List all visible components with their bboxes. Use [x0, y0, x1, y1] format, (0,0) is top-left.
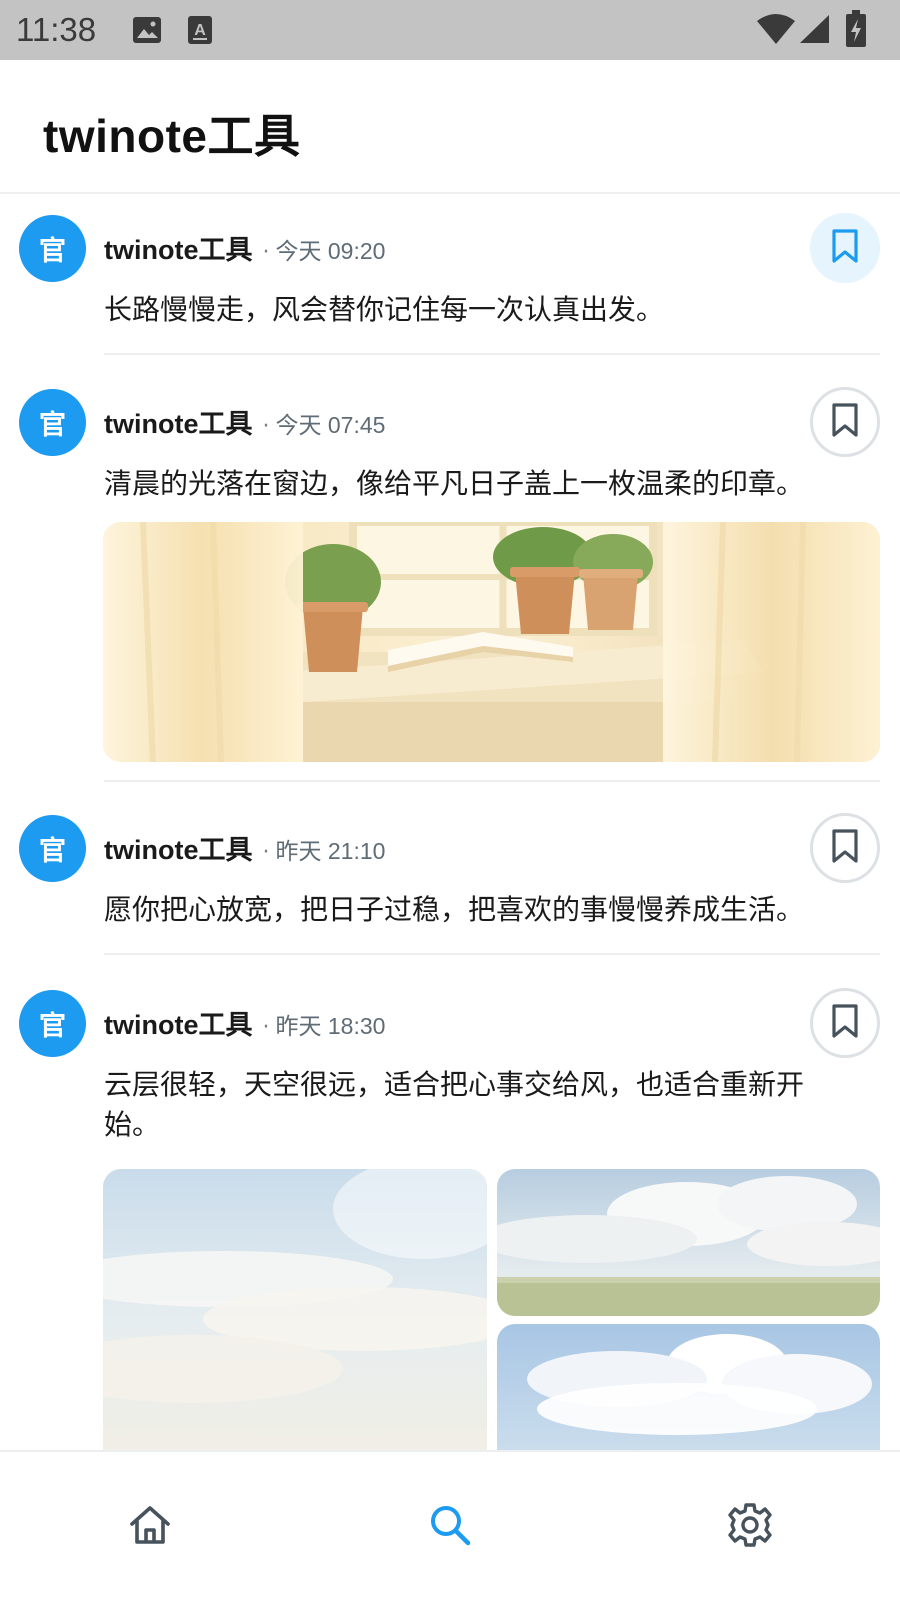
- post-meta: twinote工具 · 昨天 18:30: [104, 1003, 385, 1043]
- post-divider: [104, 953, 880, 955]
- bookmark-icon: [830, 228, 860, 268]
- bookmark-icon: [830, 402, 860, 442]
- post-divider: [104, 780, 880, 782]
- bookmark-icon: [830, 828, 860, 868]
- post-meta: twinote工具 · 今天 09:20: [104, 228, 385, 268]
- page-title: twinote工具: [43, 110, 301, 162]
- nav-settings[interactable]: [720, 1497, 780, 1557]
- bookmark-button[interactable]: [810, 813, 880, 883]
- post-author[interactable]: twinote工具: [104, 1003, 253, 1042]
- meta-separator: ·: [262, 414, 270, 439]
- post-text: 云层很轻，天空很远，适合把心事交给风，也适合重新开始。: [104, 1068, 805, 1141]
- bottom-nav: [0, 1450, 900, 1600]
- wifi-icon: [756, 13, 796, 49]
- avatar[interactable]: 官: [19, 815, 86, 882]
- meta-separator: ·: [262, 240, 270, 265]
- nav-home[interactable]: [120, 1497, 180, 1557]
- post-image-sky-2[interactable]: [497, 1169, 880, 1316]
- avatar[interactable]: 官: [19, 389, 86, 456]
- post-time: 昨天 21:10: [275, 838, 386, 864]
- svg-text:A: A: [194, 22, 206, 39]
- post-image-windowsill[interactable]: [103, 522, 880, 762]
- bookmark-button[interactable]: [810, 988, 880, 1058]
- post-time: 昨天 18:30: [275, 1013, 386, 1039]
- post-time: 今天 09:20: [275, 238, 386, 264]
- avatar[interactable]: 官: [19, 215, 86, 282]
- battery-icon: [845, 10, 867, 52]
- status-time: 11:38: [16, 11, 97, 48]
- app-header: twinote工具: [0, 60, 900, 194]
- meta-separator: ·: [262, 1015, 270, 1040]
- gear-icon: [727, 1502, 773, 1552]
- a-icon: A: [187, 15, 213, 49]
- nav-search[interactable]: [420, 1497, 480, 1557]
- post-text: 愿你把心放宽，把日子过稳，把喜欢的事慢慢养成生活。: [104, 893, 805, 926]
- search-icon: [428, 1503, 472, 1551]
- signal-icon: [798, 14, 830, 48]
- post-author[interactable]: twinote工具: [104, 402, 253, 441]
- bookmark-button[interactable]: [810, 213, 880, 283]
- feed[interactable]: 官 twinote工具 · 今天 09:20 长路慢慢走，风会替你记住每一次认真…: [0, 196, 900, 1450]
- home-icon: [128, 1503, 172, 1551]
- image-icon: [132, 16, 162, 48]
- bookmark-button[interactable]: [810, 387, 880, 457]
- post-text: 清晨的光落在窗边，像给平凡日子盖上一枚温柔的印章。: [104, 467, 805, 500]
- status-bar: 11:38 A: [0, 0, 900, 60]
- post-meta: twinote工具 · 今天 07:45: [104, 402, 385, 442]
- post-divider: [104, 353, 880, 355]
- post-text: 长路慢慢走，风会替你记住每一次认真出发。: [104, 293, 665, 326]
- post-author[interactable]: twinote工具: [104, 828, 253, 867]
- post-image-sky-3[interactable]: [497, 1324, 880, 1450]
- post-time: 今天 07:45: [275, 412, 386, 438]
- post-author[interactable]: twinote工具: [104, 228, 253, 267]
- avatar[interactable]: 官: [19, 990, 86, 1057]
- post-meta: twinote工具 · 昨天 21:10: [104, 828, 385, 868]
- bookmark-icon: [830, 1003, 860, 1043]
- post-image-sky-1[interactable]: [103, 1169, 487, 1450]
- meta-separator: ·: [262, 840, 270, 865]
